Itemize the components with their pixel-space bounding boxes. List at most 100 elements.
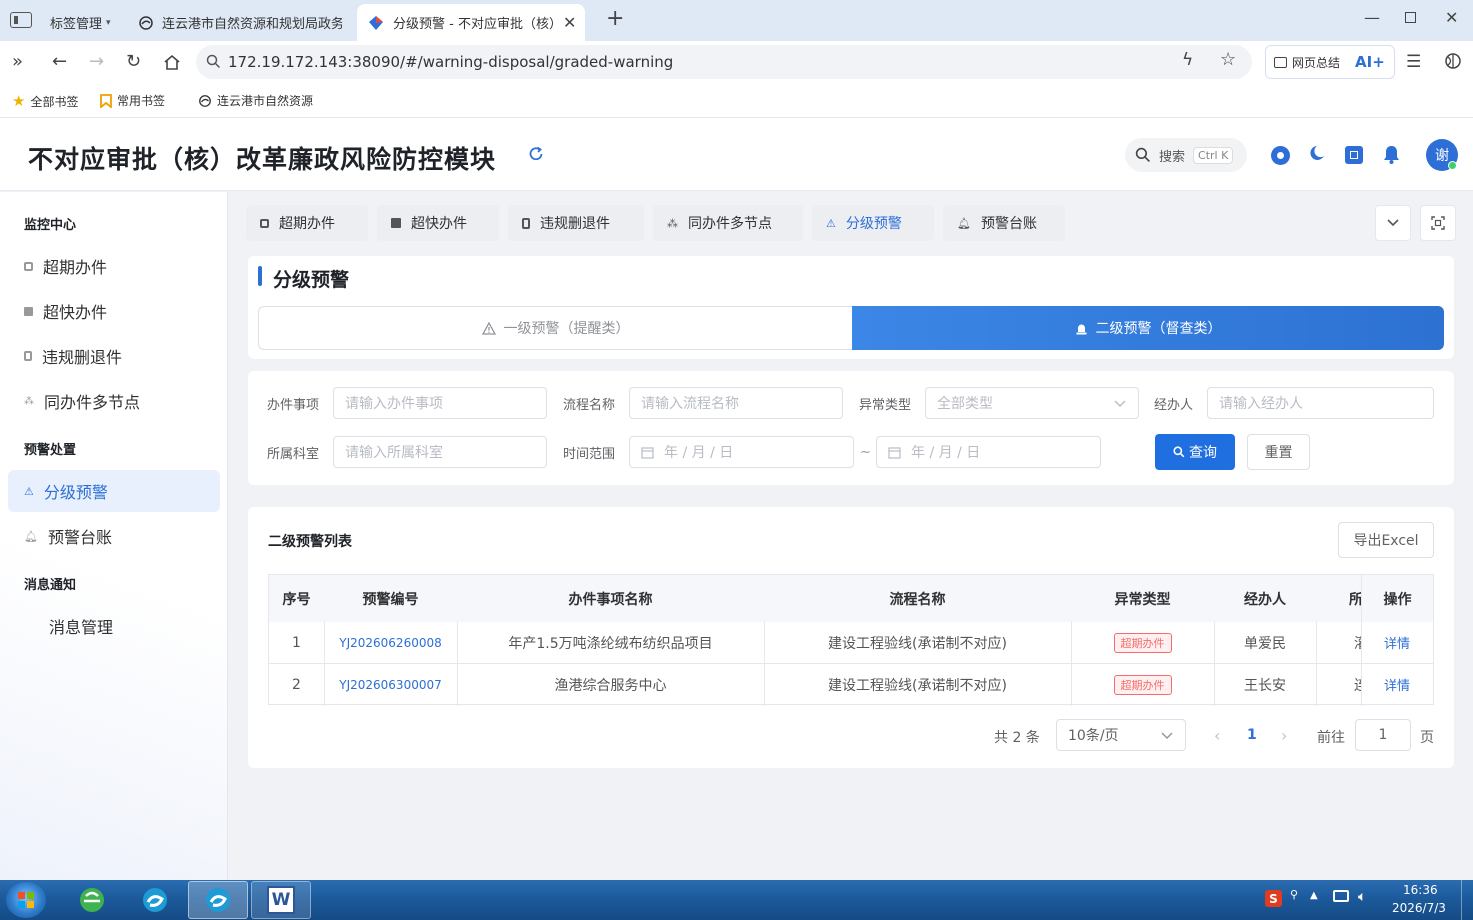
refresh-icon[interactable]: [527, 145, 545, 163]
back-arrow-icon[interactable]: ←: [52, 51, 67, 72]
export-excel-button[interactable]: 导出Excel: [1338, 522, 1434, 558]
goto-page-input[interactable]: 1: [1355, 719, 1411, 751]
sidebar-item-deleted[interactable]: 违规删退件: [8, 335, 220, 377]
app-header: 不对应审批（核）改革廉政风险防控模块 搜索 Ctrl K 谢: [0, 118, 1473, 191]
sidebar-item-graded-warning[interactable]: ⚠ 分级预警: [8, 470, 220, 512]
browser-tab-bureau[interactable]: 连云港市自然资源和规划局政务: [128, 4, 342, 41]
calendar-icon: [888, 446, 901, 459]
close-tab-icon[interactable]: ✕: [563, 13, 576, 32]
ime-icon[interactable]: S: [1265, 890, 1282, 907]
cell-item: 渔港综合服务中心: [554, 677, 667, 694]
file-icon: [522, 217, 530, 229]
window-close-icon[interactable]: ✕: [1445, 8, 1458, 27]
page-suffix: 页: [1420, 730, 1434, 746]
tab-fast[interactable]: 超快办件: [377, 205, 499, 241]
sidebar-item-fast[interactable]: 超快办件: [8, 290, 220, 332]
dept-input[interactable]: 请输入所属科室: [333, 436, 547, 468]
lightning-icon[interactable]: ϟ: [1182, 50, 1193, 70]
flow-input[interactable]: 请输入流程名称: [629, 387, 843, 419]
warning-table: 序号 预警编号 办件事项名称 流程名称 异常类型 经办人 所 操作 1 YJ20…: [268, 574, 1434, 706]
screen-icon[interactable]: [1333, 890, 1349, 902]
detail-link[interactable]: 详情: [1361, 622, 1433, 663]
cell-code-link[interactable]: YJ202606300007: [324, 664, 457, 705]
home-icon[interactable]: [163, 53, 181, 71]
tabs-fullscreen-button[interactable]: [1420, 205, 1456, 241]
edge-icon: [141, 886, 169, 914]
export-label: 导出Excel: [1353, 533, 1419, 549]
sidebar-item-label: 违规删退件: [42, 348, 123, 367]
browser-tab-active[interactable]: 分级预警 - 不对应审批（核）i ✕: [357, 4, 585, 41]
level1-warning-tab[interactable]: 一级预警（提醒类）: [258, 306, 852, 350]
tabs-dropdown-button[interactable]: [1375, 205, 1411, 241]
volume-muted-icon[interactable]: 🔈︎: [1358, 889, 1366, 905]
tab-overdue[interactable]: 超期办件: [246, 205, 368, 241]
tab-label: 预警台账: [980, 216, 1037, 232]
cell-flow: 建设工程验线(承诺制不对应): [828, 635, 1007, 652]
bookmark-flag-icon: [100, 93, 112, 108]
taskbar-edge-active[interactable]: [188, 881, 248, 919]
date-separator: ~: [860, 445, 871, 460]
tab-deleted[interactable]: 违规删退件: [508, 205, 644, 241]
bookmark-bureau[interactable]: 连云港市自然资源: [198, 92, 313, 109]
sidebar-item-multi-node[interactable]: ⁂ 同办件多节点: [8, 380, 220, 422]
tab-warning-ledger[interactable]: 🔔︎ 预警台账: [943, 205, 1065, 241]
taskbar-browser-green[interactable]: [62, 881, 122, 919]
tab-label: 标签管理: [50, 17, 103, 32]
alarm-icon: [1075, 322, 1088, 335]
maximize-icon[interactable]: [1405, 12, 1416, 23]
sidebar-item-label: 同办件多节点: [44, 393, 141, 412]
star-icon[interactable]: ☆: [1220, 49, 1236, 70]
forward-arrow-icon[interactable]: →: [89, 51, 104, 72]
item-filter-label: 办件事项: [267, 398, 320, 413]
sidebar-item-warning-ledger[interactable]: 🔔︎ 预警台账: [8, 515, 220, 557]
extension-icon[interactable]: [1444, 52, 1462, 70]
next-page-icon[interactable]: ›: [1281, 726, 1287, 745]
browser-tab-bookmarks[interactable]: 标签管理 ▾: [40, 4, 126, 41]
url-bar[interactable]: 172.19.172.143:38090/#/warning-disposal/…: [196, 45, 1252, 79]
level2-label: 二级预警（督查类）: [1095, 321, 1222, 337]
global-search[interactable]: 搜索 Ctrl K: [1125, 138, 1247, 172]
reset-button[interactable]: 重置: [1247, 434, 1310, 470]
network-icon[interactable]: ⚲: [1290, 888, 1298, 901]
tab-multi-node[interactable]: ⁂ 同办件多节点: [653, 205, 803, 241]
sidebar-toggle-icon[interactable]: [10, 12, 32, 28]
new-tab-icon[interactable]: +: [606, 6, 624, 31]
current-page[interactable]: 1: [1247, 727, 1257, 743]
start-button[interactable]: [6, 882, 46, 918]
menu-icon[interactable]: ☰: [1406, 52, 1421, 72]
reload-icon[interactable]: ↻: [126, 51, 141, 72]
cell-handler: 王长安: [1244, 677, 1286, 694]
bookmark-all[interactable]: ★ 全部书签: [12, 92, 78, 110]
edge-logo-icon: [138, 15, 154, 31]
taskbar-edge[interactable]: [125, 881, 185, 919]
bookmark-common[interactable]: 常用书签: [100, 92, 165, 109]
detail-link[interactable]: 详情: [1361, 664, 1433, 705]
double-chevron-icon[interactable]: »: [12, 51, 23, 72]
item-input[interactable]: 请输入办件事项: [333, 387, 547, 419]
end-date-input[interactable]: 年 / 月 / 日: [876, 436, 1101, 468]
record-icon[interactable]: [1271, 146, 1290, 165]
query-button[interactable]: 查询: [1155, 434, 1235, 470]
avatar[interactable]: 谢: [1426, 139, 1458, 171]
tray-up-icon[interactable]: ▲: [1310, 890, 1318, 901]
bell-icon[interactable]: [1382, 144, 1401, 164]
sidebar-group-disposal: 预警处置: [24, 443, 77, 458]
tab-graded-warning[interactable]: ⚠ 分级预警: [812, 205, 934, 241]
sidebar-item-overdue[interactable]: 超期办件: [8, 245, 220, 287]
page-size-select[interactable]: 10条/页: [1056, 719, 1186, 751]
prev-page-icon[interactable]: ‹: [1214, 726, 1220, 745]
minimize-icon[interactable]: —: [1364, 8, 1380, 27]
col-header-dept: 所: [1316, 575, 1363, 622]
level2-warning-tab[interactable]: 二级预警（督查类）: [852, 306, 1444, 350]
sidebar-item-messages[interactable]: 消息管理: [8, 605, 220, 647]
taskbar-word[interactable]: W: [251, 881, 311, 919]
handler-input[interactable]: 请输入经办人: [1207, 387, 1434, 419]
cell-code-link[interactable]: YJ202606260008: [324, 622, 457, 663]
fullscreen-icon[interactable]: [1345, 146, 1363, 164]
moon-icon[interactable]: [1307, 144, 1327, 164]
show-desktop-button[interactable]: [1461, 880, 1473, 920]
type-select[interactable]: 全部类型: [925, 387, 1139, 419]
end-date-placeholder: 年 / 月 / 日: [911, 445, 981, 461]
start-date-input[interactable]: 年 / 月 / 日: [629, 436, 854, 468]
page-summary-button[interactable]: 网页总结 AI+: [1265, 45, 1395, 79]
